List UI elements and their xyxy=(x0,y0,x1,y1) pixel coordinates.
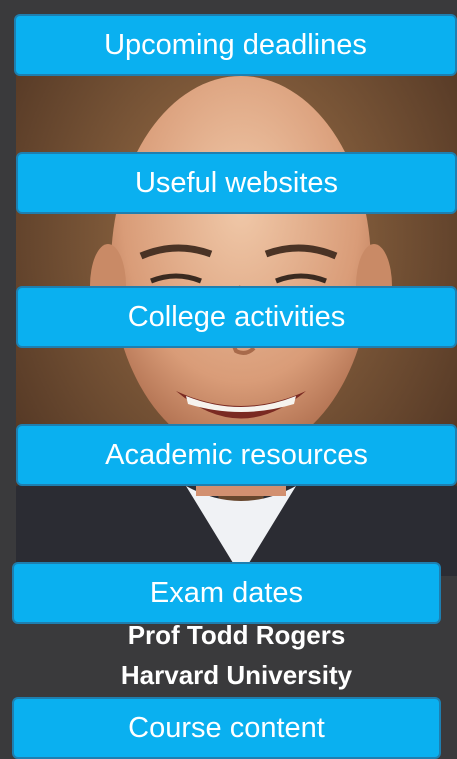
college-activities-button[interactable]: College activities xyxy=(16,286,457,348)
exam-dates-button[interactable]: Exam dates xyxy=(12,562,441,624)
academic-resources-button[interactable]: Academic resources xyxy=(16,424,457,486)
professor-name: Prof Todd Rogers xyxy=(127,620,346,650)
course-content-button[interactable]: Course content xyxy=(12,697,441,759)
institution-name: Harvard University xyxy=(120,660,353,690)
useful-websites-button[interactable]: Useful websites xyxy=(16,152,457,214)
upcoming-deadlines-button[interactable]: Upcoming deadlines xyxy=(14,14,457,76)
